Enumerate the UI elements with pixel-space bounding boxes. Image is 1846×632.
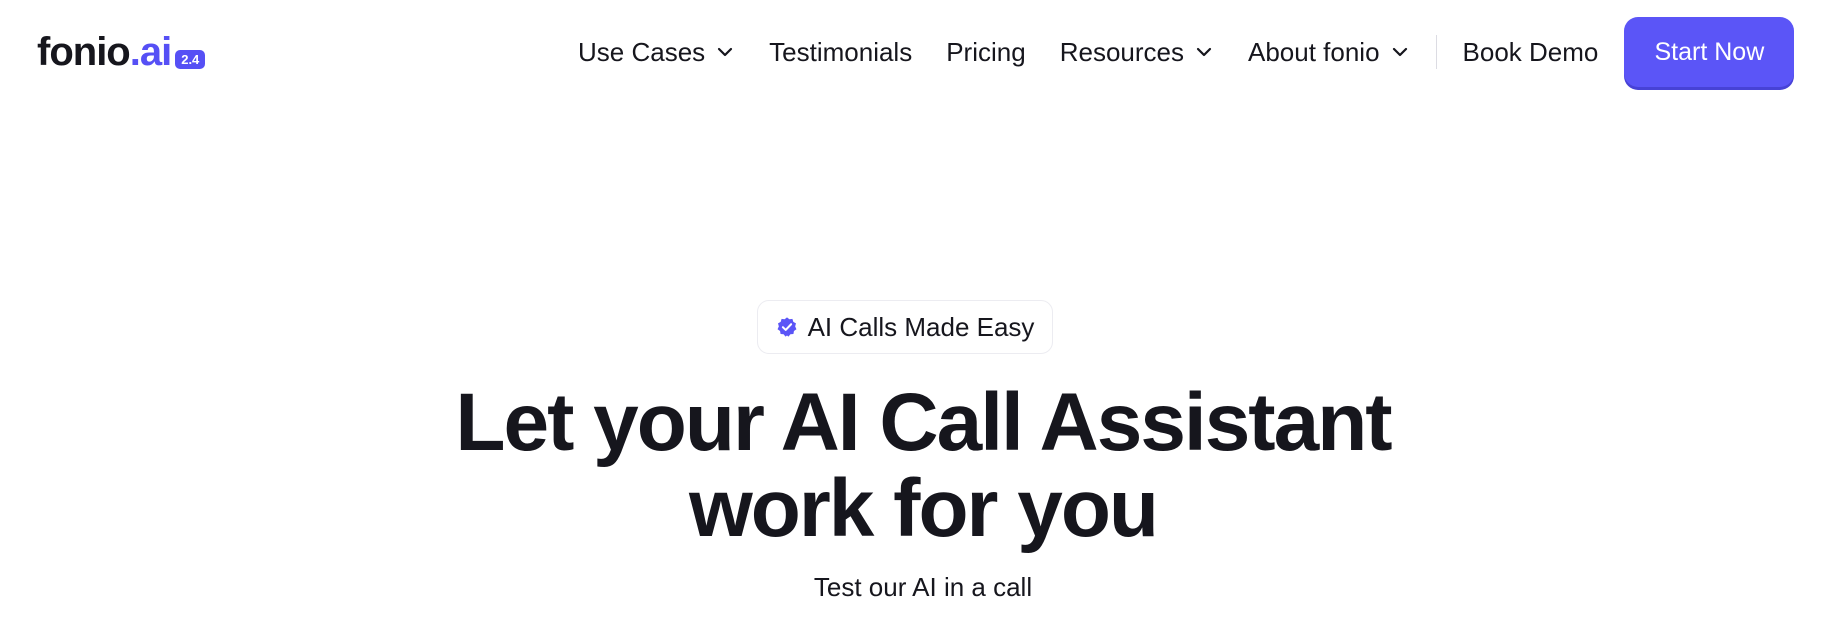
- site-header: fonio.ai 2.4 Use Cases Testimonials Pric…: [0, 0, 1846, 104]
- nav-divider: [1435, 35, 1437, 69]
- hero-title-line1: Let your AI Call Assistant: [455, 377, 1392, 468]
- nav-item-pricing[interactable]: Pricing: [946, 37, 1025, 67]
- hero-title: Let your AI Call Assistant work for you: [300, 380, 1546, 552]
- book-demo-link[interactable]: Book Demo: [1463, 37, 1599, 68]
- nav-item-label: Testimonials: [769, 37, 913, 67]
- version-badge: 2.4: [175, 50, 206, 69]
- hero-badge-label: AI Calls Made Easy: [807, 311, 1035, 342]
- start-now-button[interactable]: Start Now: [1624, 17, 1795, 87]
- nav-item-about[interactable]: About fonio: [1248, 37, 1410, 67]
- nav-item-label: Use Cases: [578, 37, 706, 67]
- nav-item-testimonials[interactable]: Testimonials: [769, 37, 912, 67]
- nav-item-label: About fonio: [1247, 37, 1380, 67]
- nav-item-label: Resources: [1059, 37, 1184, 67]
- nav-item-label: Pricing: [946, 37, 1026, 67]
- page: fonio.ai 2.4 Use Cases Testimonials Pric…: [0, 0, 1846, 632]
- hero-title-line2: work for you: [688, 463, 1159, 554]
- nav-item-use-cases[interactable]: Use Cases: [578, 37, 735, 67]
- hero-subtitle: Test our AI in a call: [813, 572, 1033, 602]
- logo-wordmark: fonio.ai: [37, 30, 172, 74]
- chevron-down-icon: [718, 47, 733, 57]
- logo[interactable]: fonio.ai 2.4: [37, 30, 206, 74]
- verified-badge-icon: [777, 317, 797, 337]
- chevron-down-icon: [1196, 47, 1212, 57]
- nav-item-resources[interactable]: Resources: [1060, 37, 1214, 67]
- chevron-down-icon: [1392, 47, 1407, 57]
- hero-badge: AI Calls Made Easy: [757, 300, 1053, 354]
- main-nav: Use Cases Testimonials Pricing Resources…: [578, 17, 1795, 87]
